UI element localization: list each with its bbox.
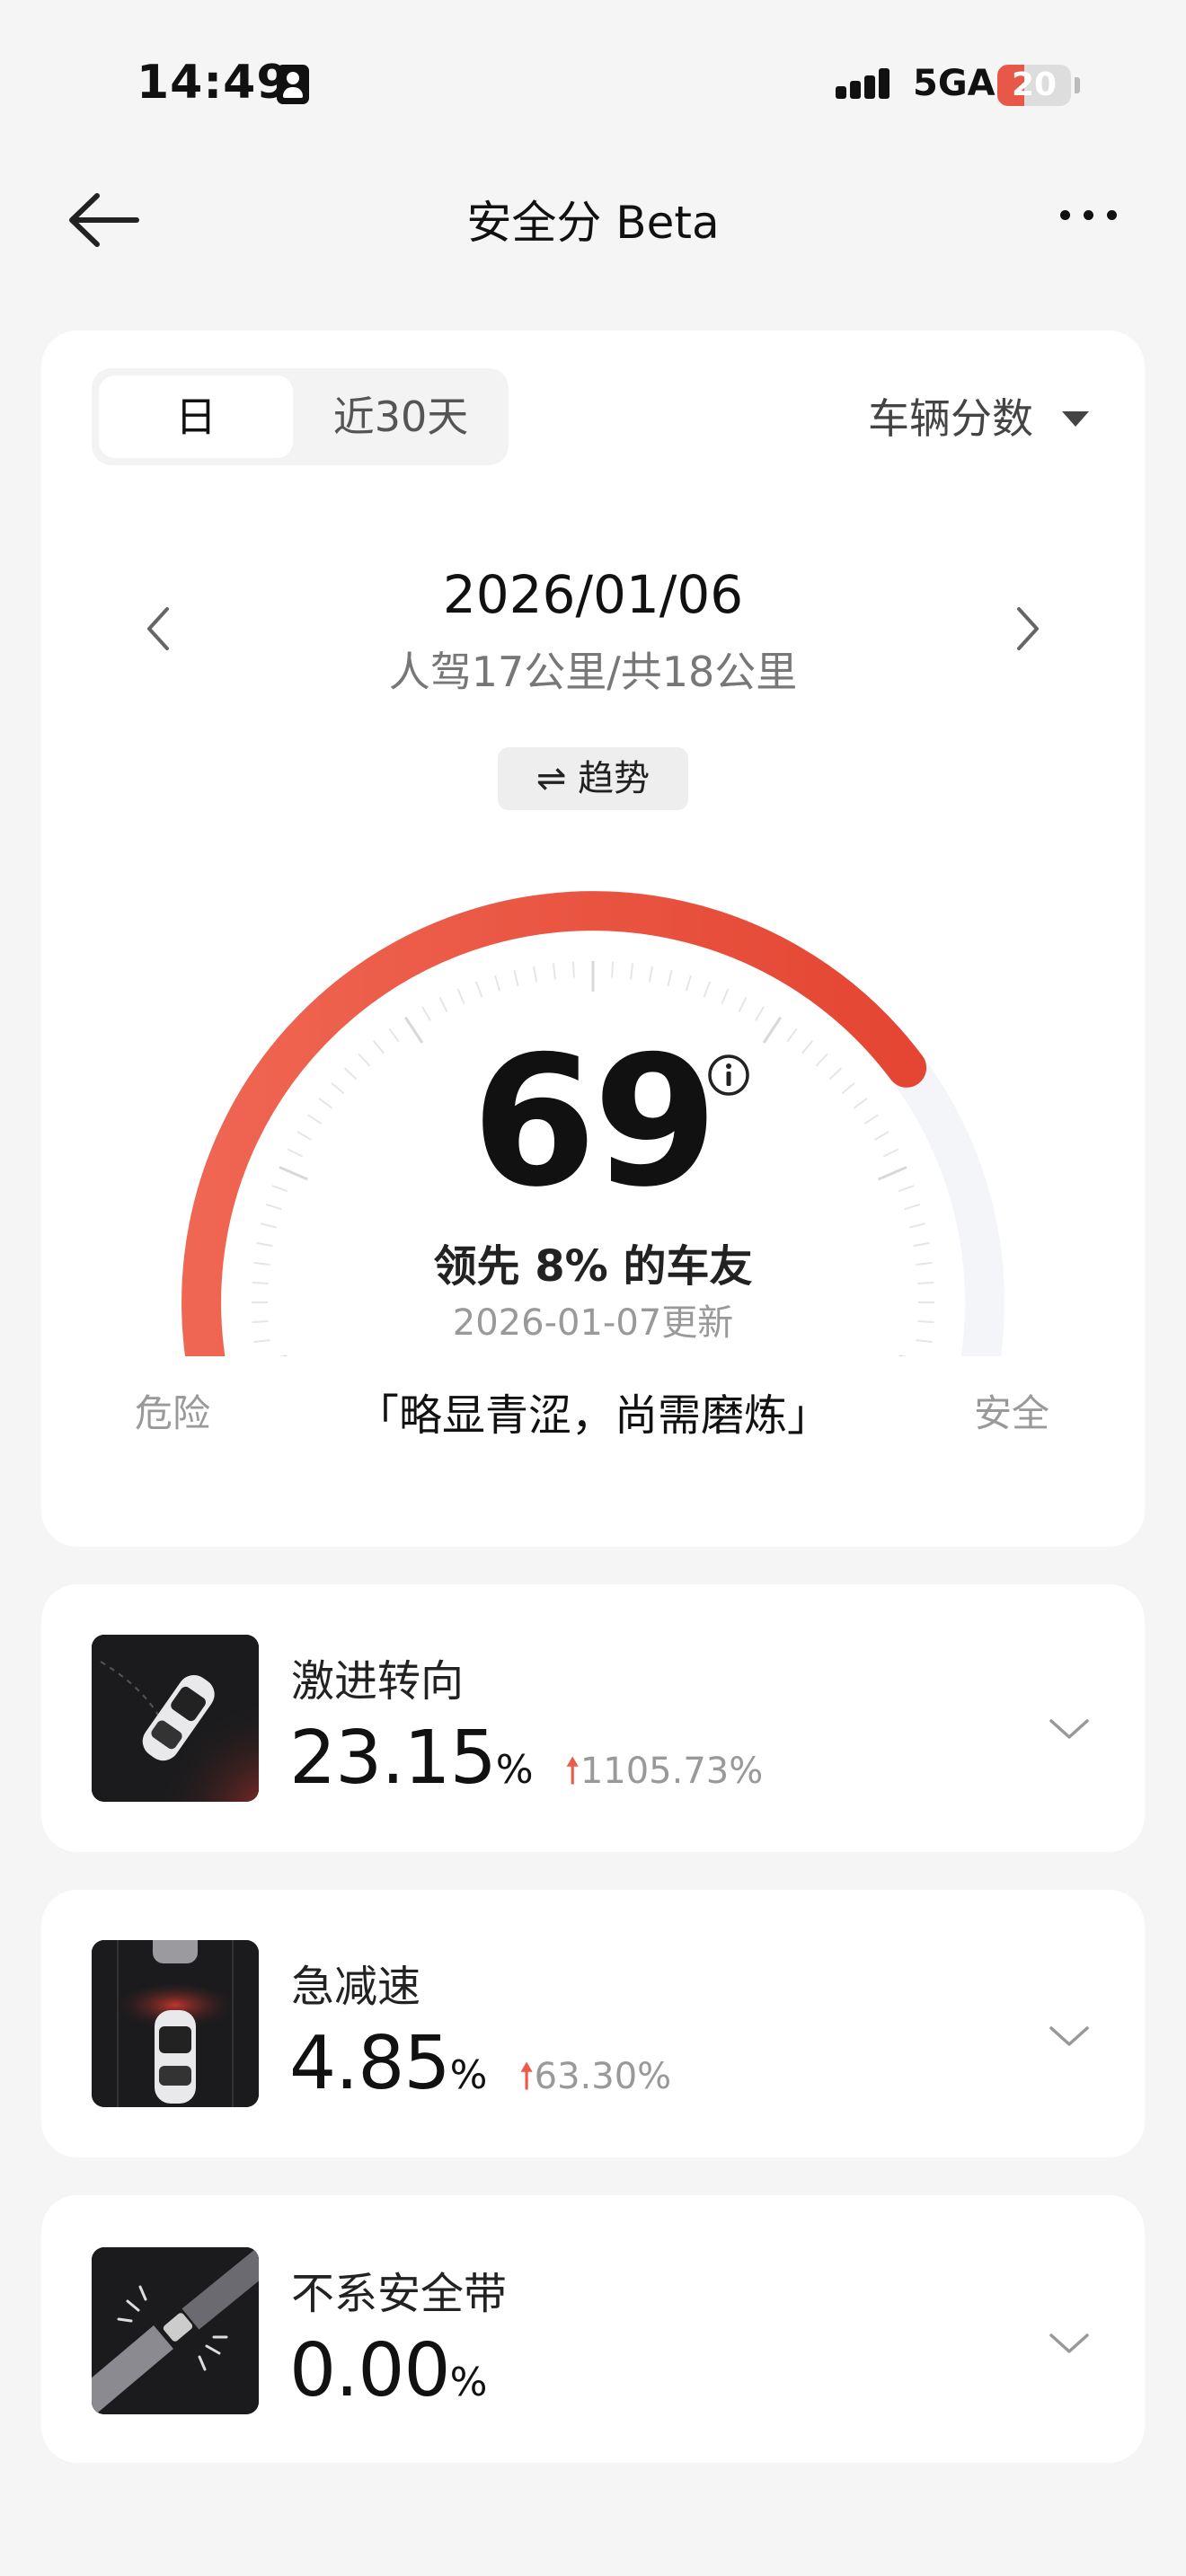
selected-date: 2026/01/06 — [442, 564, 744, 625]
ranking-text: 领先 8% 的车友 — [433, 1241, 753, 1292]
gauge-tick — [494, 975, 501, 992]
metric-title: 不系安全带 — [291, 2269, 508, 2319]
seatbelt-icon — [92, 2247, 259, 2414]
metric-change: 63.30% — [534, 2056, 672, 2097]
metric-value: 4.85 — [289, 2021, 451, 2106]
gauge-tick — [571, 961, 575, 978]
metric-unit: % — [449, 2360, 488, 2405]
gauge-tick — [685, 975, 692, 992]
increase-arrow-icon: 🠕 — [518, 2056, 535, 2097]
gauge-tick — [703, 981, 711, 998]
metric-title: 急减速 — [291, 1962, 421, 2012]
driving-distance: 人驾17公里/共18公里 — [388, 648, 798, 696]
gauge-tick — [721, 988, 730, 1005]
updated-time: 2026-01-07更新 — [452, 1302, 734, 1344]
gauge-tick — [533, 966, 538, 983]
gauge-tick — [755, 1006, 765, 1021]
expand-chevron-icon[interactable] — [1048, 1716, 1091, 1742]
gauge-tick — [630, 963, 634, 980]
gauge-tick — [421, 1006, 431, 1021]
network-type: 5GA — [913, 63, 996, 104]
contact-card-icon — [277, 65, 309, 104]
gauge-tick — [456, 988, 465, 1005]
dropdown-caret-icon[interactable] — [1062, 411, 1089, 427]
gauge-tick — [738, 996, 748, 1012]
gauge-tick — [611, 961, 615, 978]
gauge-label-safe: 安全 — [974, 1391, 1050, 1435]
gauge-tick — [648, 966, 653, 983]
metric-title: 激进转向 — [291, 1656, 465, 1707]
metric-change: 1105.73% — [580, 1751, 764, 1792]
gauge-tick — [475, 981, 483, 998]
battery-cap — [1075, 77, 1080, 93]
signal-icon — [836, 66, 897, 106]
battery-icon: 20 — [997, 65, 1071, 106]
more-options-icon[interactable] — [1058, 207, 1121, 225]
gauge-tick — [438, 996, 448, 1012]
battery-level: 20 — [1011, 66, 1058, 103]
gauge-tick — [261, 1222, 277, 1229]
safety-score: 69 — [471, 1018, 718, 1227]
gauge-tick — [667, 970, 673, 986]
page-title: 安全分 Beta — [466, 197, 720, 249]
info-icon[interactable] — [706, 1053, 751, 1098]
score-type-dropdown[interactable]: 车辆分数 — [868, 386, 1033, 446]
expand-chevron-icon[interactable] — [1048, 2330, 1091, 2357]
gauge-tick — [909, 1222, 925, 1229]
metric-value: 0.00 — [289, 2328, 451, 2413]
metric-value: 23.15 — [289, 1716, 497, 1801]
aggressive-turn-icon — [92, 1635, 259, 1802]
tab-day[interactable]: 日 — [99, 375, 293, 458]
status-time: 14:49 — [137, 56, 290, 110]
trend-button[interactable]: ⇌ 趋势 — [498, 747, 688, 810]
expand-chevron-icon[interactable] — [1048, 2023, 1091, 2050]
metric-unit: % — [495, 1747, 534, 1793]
gauge-tick — [552, 963, 556, 980]
gauge-tick — [513, 970, 519, 986]
metric-unit: % — [449, 2052, 488, 2098]
increase-arrow-icon: 🠕 — [564, 1751, 580, 1792]
tab-last-30-days[interactable]: 近30天 — [296, 375, 505, 458]
hard-braking-icon — [92, 1940, 259, 2107]
